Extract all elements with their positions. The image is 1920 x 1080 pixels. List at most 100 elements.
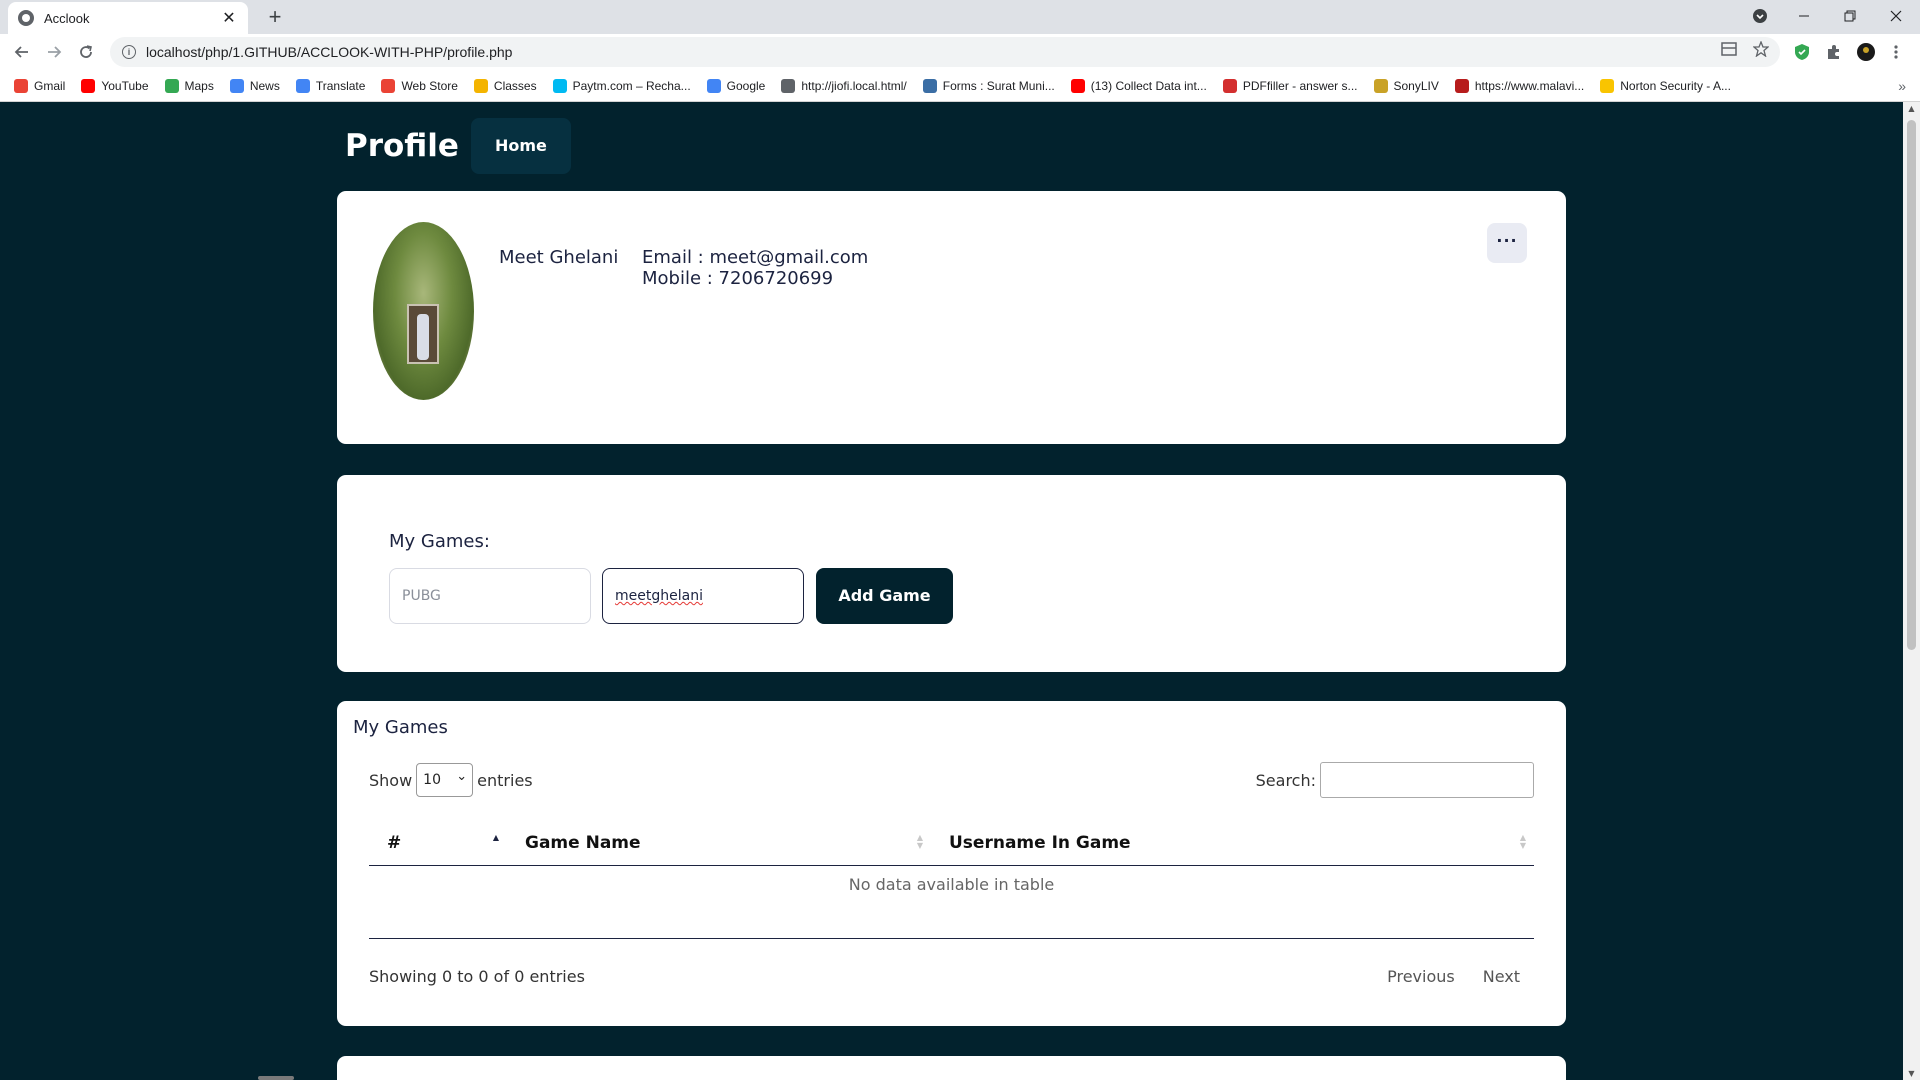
close-window-icon[interactable] (1874, 0, 1918, 32)
site-info-icon[interactable]: i (122, 45, 136, 59)
bookmark-label: PDFfiller - answer s... (1242, 78, 1358, 93)
bookmark-item[interactable]: Web Store (381, 78, 458, 93)
bookmark-label: SonyLIV (1393, 78, 1439, 93)
bookmark-favicon-icon (81, 78, 96, 93)
bookmark-item[interactable]: Translate (295, 78, 366, 93)
games-table-title: My Games (353, 717, 448, 738)
entries-length-control: Show 10 entries (369, 761, 533, 797)
bookmark-item[interactable]: Paytm.com – Recha... (552, 78, 691, 93)
page-viewport: Profile Home Meet Ghelani Email : meet@g… (0, 102, 1903, 1080)
more-options-button[interactable]: ··· (1487, 223, 1527, 263)
minimize-icon[interactable] (1782, 0, 1826, 32)
column-header-username[interactable]: Username In Game ▲ ▼ (931, 821, 1534, 866)
avatar-photo-person (417, 314, 429, 360)
game-username-value: meetghelani (615, 588, 703, 604)
bookmark-label: https://www.malavi... (1474, 78, 1585, 93)
bookmark-item[interactable]: Norton Security - A... (1600, 78, 1731, 93)
profile-card: Meet Ghelani Email : meet@gmail.com Mobi… (337, 191, 1566, 444)
close-tab-icon[interactable]: ✕ (220, 8, 238, 28)
game-name-input[interactable]: PUBG (389, 568, 591, 624)
sort-ascending-icon: ▲ (492, 832, 499, 842)
extensions-puzzle-icon[interactable] (1824, 42, 1844, 62)
bookmark-label: (13) Collect Data int... (1090, 78, 1207, 93)
table-header-row: # ▲ Game Name ▲ ▼ Username In Game ▲ ▼ (369, 821, 1534, 866)
show-label: Show (369, 770, 413, 790)
bookmark-favicon-icon (922, 78, 937, 93)
entries-label: entries (477, 770, 533, 790)
entries-select[interactable]: 10 (416, 761, 474, 797)
bookmarks-bar: Gmail YouTube Maps News Translate Web Store Cl… (0, 70, 1920, 102)
games-table: # ▲ Game Name ▲ ▼ Username In Game ▲ ▼ No … (369, 821, 1534, 939)
add-game-button[interactable]: Add Game (816, 568, 953, 624)
new-tab-button[interactable]: + (262, 4, 288, 30)
user-email: Email : meet@gmail.com (642, 247, 869, 268)
bookmark-item[interactable]: PDFfiller - answer s... (1222, 78, 1358, 93)
user-contact: Email : meet@gmail.com Mobile : 72067206… (642, 247, 868, 289)
tab-search-icon[interactable] (1738, 0, 1782, 32)
avatar (373, 222, 474, 400)
scrollbar-thumb[interactable] (1907, 120, 1916, 650)
url-text: localhost/php/1.GITHUB/ACCLOOK-WITH-PHP/… (146, 44, 513, 60)
bookmark-item[interactable]: YouTube (81, 78, 149, 93)
bookmark-label: News (249, 78, 280, 93)
home-button[interactable]: Home (470, 118, 571, 174)
scroll-up-arrow-icon[interactable]: ▲ (1907, 104, 1916, 113)
table-search-control: Search: (1256, 762, 1534, 798)
bookmark-label: Google (726, 78, 766, 93)
bookmark-label: Gmail (34, 78, 66, 93)
bookmark-label: Web Store (401, 78, 458, 93)
reload-icon[interactable] (72, 38, 100, 66)
column-header-number-label: # (387, 832, 402, 853)
add-game-label: My Games: (389, 531, 490, 552)
bookmark-item[interactable]: Gmail (14, 78, 66, 93)
bookmark-item[interactable]: SonyLIV (1373, 78, 1439, 93)
game-username-input[interactable]: meetghelani (602, 568, 804, 624)
browser-tab[interactable]: Acclook ✕ (8, 2, 248, 34)
bookmark-favicon-icon (295, 78, 310, 93)
column-header-game-name[interactable]: Game Name ▲ ▼ (507, 821, 931, 866)
tab-title: Acclook (44, 10, 90, 26)
bookmark-favicon-icon (1222, 78, 1237, 93)
next-card (337, 1056, 1566, 1080)
bookmark-favicon-icon (706, 78, 721, 93)
bookmark-item[interactable]: Classes (473, 78, 537, 93)
bookmark-item[interactable]: Google (706, 78, 766, 93)
profile-avatar-icon[interactable] (1856, 42, 1876, 62)
shield-extension-icon[interactable] (1792, 42, 1812, 62)
previous-page-button[interactable]: Previous (1373, 967, 1469, 986)
bookmark-item[interactable]: News (229, 78, 280, 93)
back-arrow-icon[interactable] (8, 38, 36, 66)
bookmark-item[interactable]: (13) Collect Data int... (1070, 78, 1207, 93)
browser-menu-icon[interactable] (1886, 42, 1906, 62)
bookmark-favicon-icon (781, 78, 796, 93)
restore-icon[interactable] (1828, 0, 1872, 32)
bookmark-favicon-icon (1600, 78, 1615, 93)
address-bar[interactable]: i localhost/php/1.GITHUB/ACCLOOK-WITH-PH… (110, 37, 1780, 67)
next-page-button[interactable]: Next (1469, 967, 1534, 986)
page-scrollbar[interactable]: ▲ ▼ (1903, 102, 1920, 1080)
scroll-down-arrow-icon[interactable]: ▼ (1907, 1069, 1916, 1078)
table-pagination: Previous Next (1373, 967, 1534, 986)
bookmark-item[interactable]: http://jiofi.local.html/ (781, 78, 907, 93)
table-empty-row: No data available in table (369, 866, 1534, 939)
bookmark-favicon-icon (164, 78, 179, 93)
forward-arrow-icon[interactable] (40, 38, 68, 66)
bookmark-favicon-icon (473, 78, 488, 93)
bookmark-favicon-icon (1070, 78, 1085, 93)
add-game-card: My Games: PUBG meetghelani Add Game (337, 475, 1566, 672)
bookmark-star-icon[interactable] (1752, 40, 1770, 58)
table-search-input[interactable] (1320, 762, 1534, 798)
bookmark-item[interactable]: Forms : Surat Muni... (922, 78, 1055, 93)
bookmark-label: Translate (315, 78, 366, 93)
column-header-number[interactable]: # ▲ (369, 821, 507, 866)
bookmark-label: Maps (184, 78, 214, 93)
games-table-card: My Games Show 10 entries Search: # ▲ Gam… (337, 701, 1566, 1026)
bookmark-item[interactable]: Maps (164, 78, 214, 93)
globe-icon (18, 10, 34, 26)
column-header-username-label: Username In Game (949, 832, 1131, 853)
bookmark-item[interactable]: https://www.malavi... (1454, 78, 1585, 93)
reader-mode-icon[interactable] (1720, 40, 1738, 58)
more-bookmarks-icon[interactable]: » (1898, 78, 1906, 94)
horizontal-scroll-indicator (258, 1076, 294, 1080)
bookmark-favicon-icon (229, 78, 244, 93)
